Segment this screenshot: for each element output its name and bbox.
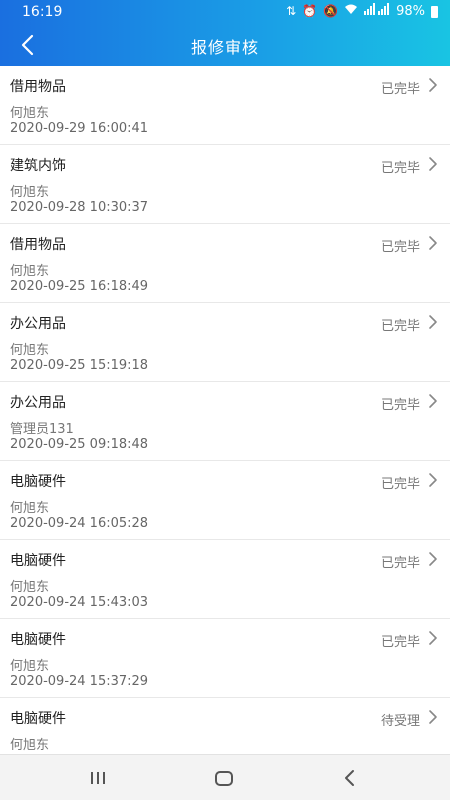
chevron-right-icon [429, 394, 437, 408]
list-item[interactable]: 借用物品 已完毕何旭东 2020-09-25 16:18:49 [0, 224, 450, 303]
item-category: 电脑硬件 [10, 474, 66, 490]
chevron-right-icon [429, 710, 437, 724]
list-item[interactable]: 电脑硬件 已完毕何旭东 2020-09-24 16:05:28 [0, 461, 450, 540]
wifi-icon [344, 3, 358, 19]
item-status: 已完毕 [380, 477, 420, 492]
list-item[interactable]: 电脑硬件 已完毕何旭东 2020-09-24 15:37:29 [0, 619, 450, 698]
item-user: 何旭东 [10, 264, 50, 279]
system-back-button[interactable] [335, 765, 365, 791]
item-category: 借用物品 [10, 79, 66, 95]
chevron-right-icon [429, 157, 437, 171]
item-category: 电脑硬件 [10, 711, 66, 727]
chevron-right-icon [429, 473, 437, 487]
item-user: 何旭东 [10, 659, 50, 674]
chevron-right-icon [429, 552, 437, 566]
status-bar: 16:19 ⇅ ⏰ 🔕 98% [0, 0, 450, 24]
item-status: 已完毕 [380, 240, 420, 255]
home-icon [215, 771, 233, 786]
item-status: 已完毕 [380, 82, 420, 97]
home-button[interactable] [209, 765, 239, 791]
item-user: 何旭东 [10, 185, 50, 200]
item-time: 2020-09-24 16:05:28 [10, 516, 149, 531]
list-item[interactable]: 建筑内饰 已完毕何旭东 2020-09-28 10:30:37 [0, 145, 450, 224]
item-category: 办公用品 [10, 395, 66, 411]
battery-icon [431, 6, 438, 18]
item-user: 管理员131 [10, 422, 74, 437]
list-item[interactable]: 办公用品 已完毕管理员131 2020-09-25 09:18:48 [0, 382, 450, 461]
item-category: 电脑硬件 [10, 553, 66, 569]
item-user: 何旭东 [10, 106, 50, 121]
item-time: 2020-09-25 15:19:18 [10, 358, 149, 373]
status-time: 16:19 [22, 4, 63, 20]
item-time: 2020-09-29 16:00:41 [10, 121, 149, 136]
item-user: 何旭东 [10, 343, 50, 358]
item-time: 2020-09-25 09:18:48 [10, 437, 149, 452]
back-arrow-icon [345, 770, 354, 786]
chevron-right-icon [429, 78, 437, 92]
chevron-right-icon [429, 315, 437, 329]
battery-percent: 98% [396, 3, 425, 19]
item-category: 办公用品 [10, 316, 66, 332]
item-time: 2020-09-25 16:18:49 [10, 279, 149, 294]
item-time: 2020-09-24 15:37:29 [10, 674, 149, 689]
net-speed-icon: ⇅ [286, 4, 297, 18]
alarm-icon: ⏰ [302, 4, 318, 18]
item-status: 待受理 [380, 714, 420, 729]
app-bar: 报修审核 [0, 24, 450, 66]
item-category: 电脑硬件 [10, 632, 66, 648]
page-title: 报修审核 [190, 38, 259, 57]
item-status: 已完毕 [380, 319, 420, 334]
list-item[interactable]: 借用物品 已完毕何旭东 2020-09-29 16:00:41 [0, 66, 450, 145]
signal-icon [364, 3, 390, 19]
item-time: 2020-09-28 10:30:37 [10, 200, 149, 215]
item-user: 何旭东 [10, 738, 50, 753]
chevron-right-icon [429, 631, 437, 645]
recent-apps-button[interactable] [83, 765, 113, 791]
item-time: 2020-09-24 15:43:03 [10, 595, 149, 610]
list-item[interactable]: 办公用品 已完毕何旭东 2020-09-25 15:19:18 [0, 303, 450, 382]
item-category: 建筑内饰 [10, 158, 66, 174]
repair-review-list: 借用物品 已完毕 何旭东 2020-09-29 16:00:41 建筑内饰 已完毕 何旭东 2… [0, 66, 450, 754]
status-icons: ⇅ ⏰ 🔕 98% [286, 3, 438, 19]
item-status: 已完毕 [380, 161, 420, 176]
item-category: 借用物品 [10, 237, 66, 253]
item-user: 何旭东 [10, 580, 50, 595]
chevron-right-icon [429, 236, 437, 250]
item-status: 已完毕 [380, 556, 420, 571]
list-item[interactable]: 电脑硬件 已完毕何旭东 2020-09-24 15:43:03 [0, 540, 450, 619]
mute-icon: 🔕 [323, 4, 339, 18]
list-item[interactable]: 电脑硬件 待受理何旭东 [0, 698, 450, 754]
item-status: 已完毕 [380, 398, 420, 413]
recent-apps-icon [91, 772, 105, 784]
item-user: 何旭东 [10, 501, 50, 516]
system-nav-bar [0, 754, 450, 800]
item-status: 已完毕 [380, 635, 420, 650]
